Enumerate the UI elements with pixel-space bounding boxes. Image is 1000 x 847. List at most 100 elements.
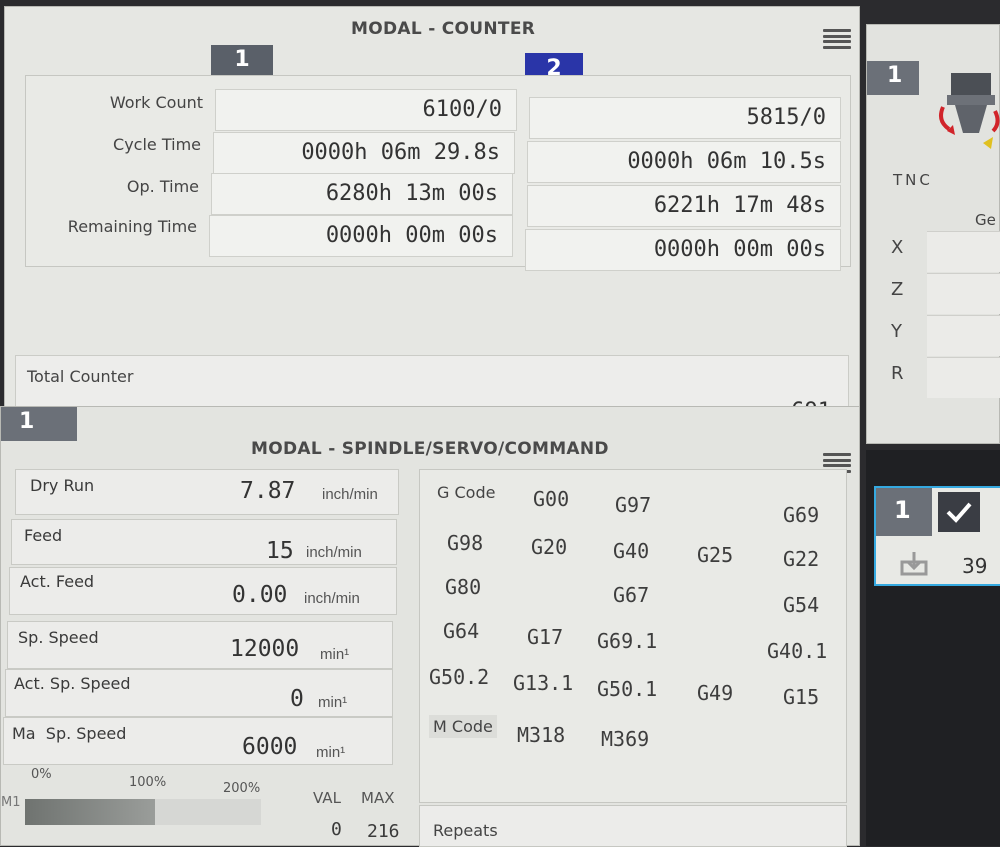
- max-sp-speed-row: Ma Sp. Speed 6000 min¹: [3, 717, 393, 765]
- gcode-r3-c1: G17: [527, 625, 564, 649]
- gcode-r1-c3: G25: [697, 543, 734, 567]
- gcode-r0-c3: G69: [783, 503, 820, 527]
- cycle-time-2: 0000h 06m 10.5s: [527, 141, 841, 183]
- sp-speed-value: 12000: [230, 636, 300, 662]
- act-sp-speed-row: Act. Sp. Speed 0 min¹: [5, 669, 393, 717]
- gcode-r4-c4: G15: [783, 685, 820, 709]
- right-top-panel: 1 TNC Ge X Z Y R: [866, 24, 1000, 444]
- m1-val: 0: [331, 819, 342, 840]
- work-count-1: 6100/0: [215, 89, 517, 131]
- max-sp-speed-unit: min¹: [316, 744, 346, 761]
- axis-r: R: [891, 363, 904, 384]
- axis-z: Z: [891, 279, 904, 300]
- act-feed-value: 0.00: [232, 582, 288, 608]
- tool-icon[interactable]: [933, 67, 1000, 151]
- gcode-r2-c2: G67: [613, 583, 650, 607]
- gcode-r1-c2: G40: [613, 539, 650, 563]
- right-bottom-number: 1: [894, 496, 911, 524]
- axis-x: X: [891, 237, 904, 258]
- right-bottom-number-badge: 1: [876, 488, 932, 536]
- op-time-2: 6221h 17m 48s: [527, 185, 841, 227]
- tab-1[interactable]: 1: [211, 45, 273, 75]
- act-sp-speed-value: 0: [290, 686, 304, 712]
- dry-run-label: Dry Run: [30, 476, 95, 495]
- gcode-r0-c1: G97: [615, 493, 652, 517]
- feed-unit: inch/min: [306, 544, 362, 561]
- gcode-label: G Code: [437, 483, 496, 502]
- mcode-0: M318: [517, 723, 566, 747]
- dry-run-value: 7.87: [240, 478, 296, 504]
- repeats-label: Repeats: [433, 821, 498, 840]
- op-time-label: Op. Time: [126, 177, 199, 196]
- feed-value: 15: [266, 538, 294, 564]
- check-icon[interactable]: [938, 492, 980, 532]
- gcode-r2-c0: G80: [445, 575, 482, 599]
- sp-speed-row: Sp. Speed 12000 min¹: [7, 621, 393, 669]
- right-top-number-badge: 1: [867, 61, 919, 95]
- m1-load-bar: [25, 799, 261, 825]
- spindle-title: MODAL - SPINDLE/SERVO/COMMAND: [251, 439, 609, 459]
- cycle-time-1: 0000h 06m 29.8s: [213, 132, 515, 174]
- gcode-r4-c3: G49: [697, 681, 734, 705]
- act-feed-label: Act. Feed: [20, 572, 95, 591]
- act-feed-unit: inch/min: [304, 590, 360, 607]
- act-sp-speed-unit: min¹: [318, 694, 348, 711]
- tnc-label: TNC: [893, 171, 933, 189]
- axis-x-field: [927, 231, 1000, 272]
- gcode-r1-c0: G98: [447, 531, 484, 555]
- mcode-label: M Code: [429, 715, 497, 738]
- remaining-time-2: 0000h 00m 00s: [525, 229, 841, 271]
- remaining-time-label: Remaining Time: [67, 217, 197, 236]
- gcode-r3-c0: G64: [443, 619, 480, 643]
- gcode-r2-c4: G54: [783, 593, 820, 617]
- m1-label: M1: [1, 795, 21, 810]
- axis-y: Y: [891, 321, 902, 342]
- spindle-panel-number: 1: [19, 409, 35, 434]
- right-bottom-header: 1 39: [874, 486, 1000, 586]
- gcode-r3-c2: G69.1: [597, 629, 658, 653]
- spindle-panel: 1 MODAL - SPINDLE/SERVO/COMMAND Dry Run …: [0, 406, 860, 847]
- op-time-1: 6280h 13m 00s: [211, 173, 513, 215]
- remaining-time-1: 0000h 00m 00s: [209, 215, 513, 257]
- download-icon[interactable]: [900, 550, 928, 576]
- gcode-r0-c0: G00: [533, 487, 570, 511]
- m1-load-fill: [25, 799, 155, 825]
- gcode-r1-c4: G22: [783, 547, 820, 571]
- work-count-label: Work Count: [109, 93, 203, 112]
- max-label: MAX: [361, 789, 395, 807]
- gcode-r4-c0: G50.2: [429, 665, 490, 689]
- counter-menu-icon[interactable]: [823, 29, 851, 49]
- scale-100: 100%: [129, 775, 167, 790]
- scale-0: 0%: [31, 767, 52, 782]
- scale-200: 200%: [223, 781, 261, 796]
- ge-label: Ge: [975, 211, 996, 229]
- gcode-r4-c1: G13.1: [513, 671, 574, 695]
- axis-z-field: [927, 273, 1000, 314]
- gcode-r4-c2: G50.1: [597, 677, 658, 701]
- counter-title: MODAL - COUNTER: [351, 19, 536, 39]
- feed-row: Feed 15 inch/min: [11, 519, 397, 565]
- spindle-panel-number-badge: 1: [1, 407, 77, 441]
- gcode-r3-c4: G40.1: [767, 639, 828, 663]
- work-count-2: 5815/0: [529, 97, 841, 139]
- sp-speed-label: Sp. Speed: [18, 628, 99, 647]
- val-label: VAL: [313, 789, 341, 807]
- feed-label: Feed: [24, 526, 63, 545]
- mcode-1: M369: [601, 727, 650, 751]
- dry-run-row: Dry Run 7.87 inch/min: [15, 469, 399, 515]
- right-top-number: 1: [887, 63, 903, 88]
- sp-speed-unit: min¹: [320, 646, 350, 663]
- cycle-time-label: Cycle Time: [113, 135, 201, 154]
- counter-panel: MODAL - COUNTER 1 2 Work Count Cycle Tim…: [4, 6, 860, 436]
- axis-y-field: [927, 315, 1000, 356]
- gcode-r1-c1: G20: [531, 535, 568, 559]
- act-feed-row: Act. Feed 0.00 inch/min: [9, 567, 397, 615]
- axis-r-field: [927, 357, 1000, 398]
- act-sp-speed-label: Act. Sp. Speed: [14, 674, 131, 693]
- dry-run-unit: inch/min: [322, 486, 378, 503]
- max-sp-speed-label: Ma Sp. Speed: [12, 724, 127, 743]
- total-counter-label: Total Counter: [27, 367, 134, 386]
- m1-max: 216: [367, 821, 400, 842]
- right-bottom-count: 39: [962, 554, 988, 578]
- max-sp-speed-value: 6000: [242, 734, 298, 760]
